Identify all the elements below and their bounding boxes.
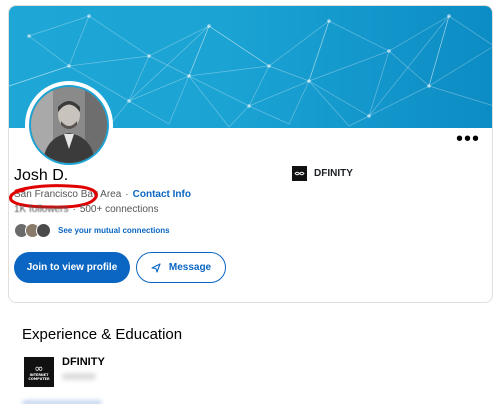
followers-count: 1K followers bbox=[14, 204, 69, 215]
mutual-connections-link[interactable]: See your mutual connections bbox=[58, 226, 170, 235]
more-horizontal-icon[interactable]: ••• bbox=[456, 129, 479, 150]
experience-logo[interactable]: ∞ INTERNET COMPUTER bbox=[24, 357, 54, 387]
infinity-icon: ∞ bbox=[34, 361, 44, 375]
join-to-view-profile-button[interactable]: Join to view profile bbox=[14, 252, 130, 283]
current-company[interactable]: DFINITY bbox=[292, 166, 353, 181]
send-icon bbox=[151, 262, 161, 273]
experience-company[interactable]: DFINITY bbox=[62, 356, 105, 368]
separator-dot: · bbox=[72, 204, 76, 215]
connections-count: 500+ connections bbox=[79, 204, 159, 215]
section-title: Experience & Education bbox=[22, 326, 183, 343]
company-logo-icon bbox=[292, 166, 307, 181]
mutual-avatar bbox=[36, 223, 51, 238]
mutual-connections[interactable]: See your mutual connections bbox=[14, 223, 170, 238]
message-button-label: Message bbox=[168, 262, 212, 273]
experience-logo-text: INTERNET COMPUTER bbox=[28, 372, 50, 381]
infinity-icon bbox=[294, 171, 305, 176]
separator-dot: · bbox=[125, 189, 129, 200]
message-button[interactable]: Message bbox=[136, 252, 226, 283]
avatar-photo bbox=[29, 85, 109, 165]
blurred-link bbox=[22, 400, 102, 404]
contact-info-link[interactable]: Contact Info bbox=[133, 189, 191, 200]
person-photo-icon bbox=[31, 87, 107, 163]
connections-row: 1K followers · 500+ connections bbox=[14, 204, 158, 215]
avatar[interactable] bbox=[25, 81, 113, 169]
profile-page: ••• Josh D. San Francisco Bay Area · Con… bbox=[0, 0, 500, 404]
mutual-avatars bbox=[14, 223, 51, 238]
experience-subtitle-blurred bbox=[62, 373, 96, 380]
company-name: DFINITY bbox=[314, 168, 353, 179]
